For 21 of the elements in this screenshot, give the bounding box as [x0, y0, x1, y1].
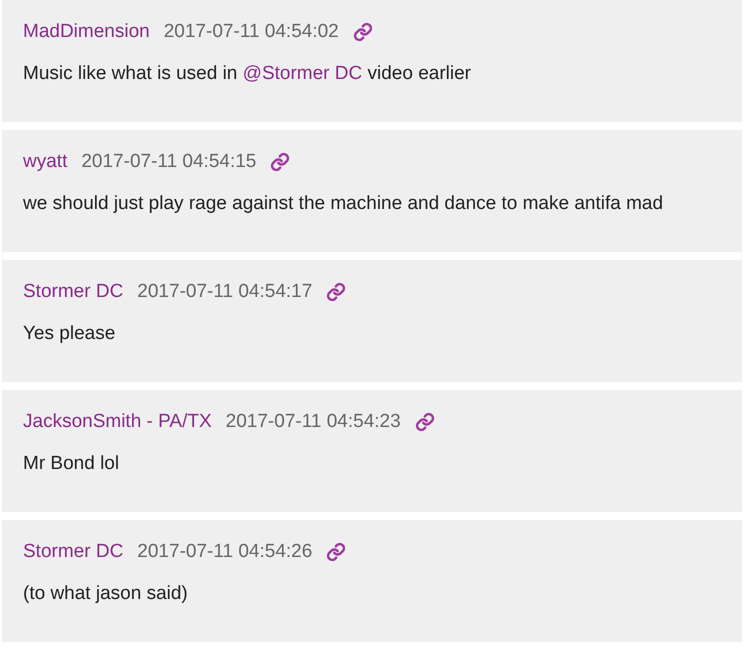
author-name[interactable]: wyatt: [23, 148, 68, 176]
link-icon[interactable]: [270, 152, 290, 172]
mention-link[interactable]: @Stormer DC: [242, 63, 362, 84]
message-text: Yes please: [23, 322, 116, 346]
timestamp: 2017-07-11 04:54:23: [226, 410, 401, 434]
author-name[interactable]: Stormer DC: [23, 538, 124, 566]
author-name[interactable]: Stormer DC: [23, 278, 124, 306]
timestamp: 2017-07-11 04:54:17: [137, 280, 312, 304]
link-icon[interactable]: [414, 412, 435, 432]
message-text: Mr Bond lol: [23, 452, 120, 476]
link-icon[interactable]: [326, 282, 346, 302]
timestamp: 2017-07-11 04:54:02: [164, 20, 339, 44]
link-icon[interactable]: [352, 22, 373, 42]
link-icon[interactable]: [326, 542, 346, 562]
message-text: (to what jason said): [23, 582, 189, 606]
author-name[interactable]: MadDimension: [23, 18, 150, 46]
author-name[interactable]: JacksonSmith - PA/TX: [23, 408, 212, 436]
timestamp: 2017-07-11 04:54:15: [81, 150, 256, 174]
message-text: we should just play rage against the machine and dance to make antifa mad: [23, 192, 664, 216]
message-text: Music like what is used in @Stormer DC video earlier: [23, 62, 472, 86]
timestamp: 2017-07-11 04:54:26: [137, 540, 312, 564]
